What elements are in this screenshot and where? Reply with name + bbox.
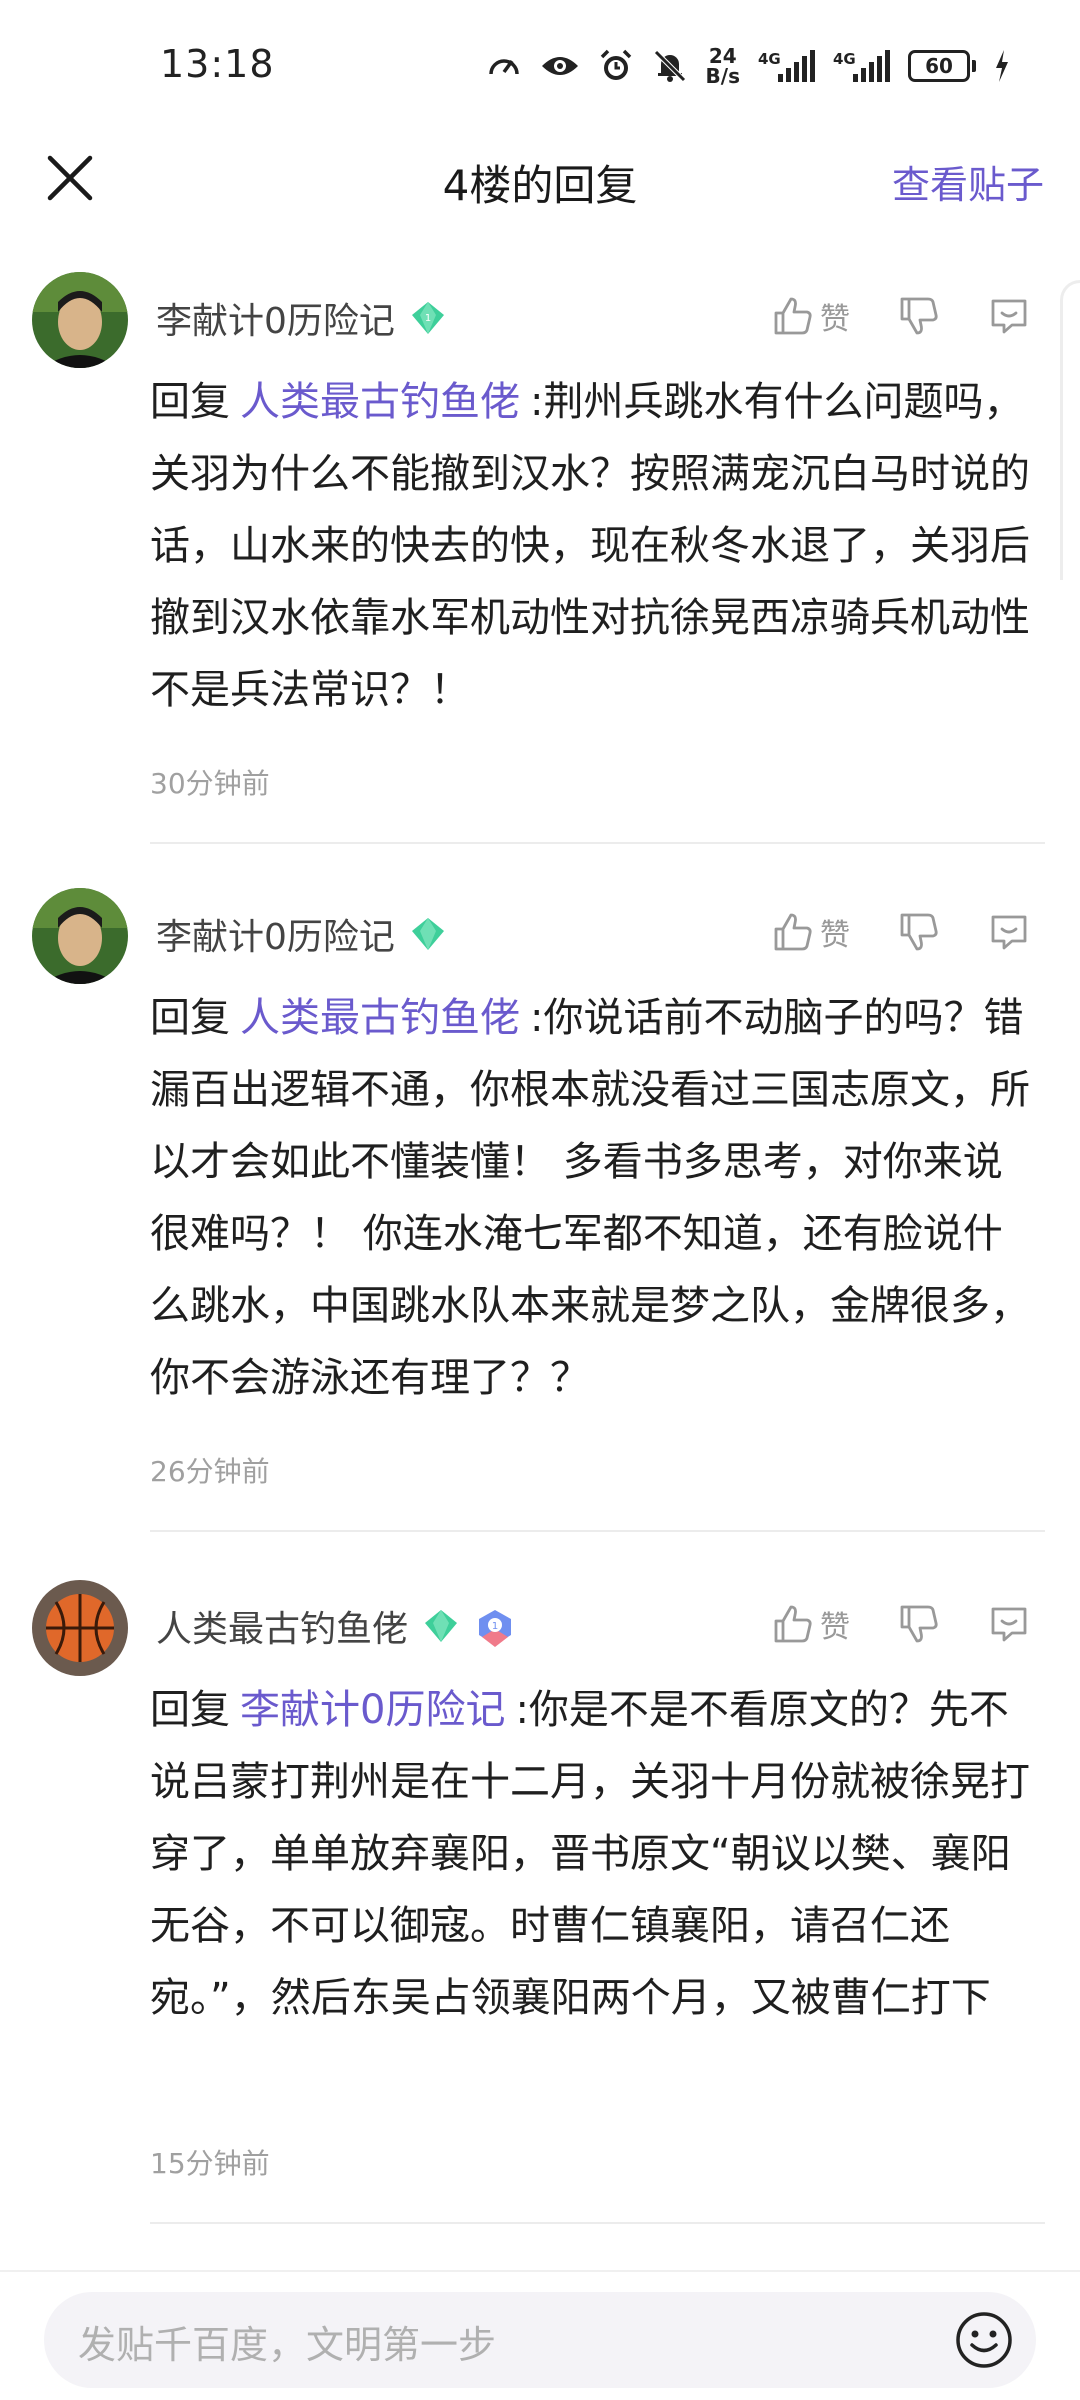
alarm-icon [598, 48, 634, 84]
signal-tag: 4G [833, 50, 856, 68]
username-row: 李献计0历险记 1 [156, 290, 447, 346]
svg-text:1: 1 [425, 313, 431, 324]
comment-actions: 赞 [772, 902, 1030, 962]
net-speed-value: 24 [708, 44, 737, 68]
mute-bell-icon [652, 48, 688, 84]
scroll-indicator [1060, 280, 1080, 580]
reply-button[interactable] [988, 911, 1030, 953]
comment-bubble-icon [991, 1607, 1027, 1642]
speedometer-icon [486, 48, 522, 84]
reply-prefix: 回复 [150, 995, 230, 1041]
like-button[interactable]: 赞 [772, 294, 850, 338]
comment-body: 回复 人类最古钓鱼佬:荆州兵跳水有什么问题吗，关羽为什么不能撤到汉水？按照满宠沉白… [150, 366, 1040, 726]
signal-icon: 4G [758, 50, 815, 82]
divider [150, 2222, 1045, 2224]
like-button[interactable]: 赞 [772, 910, 850, 954]
bottom-input-bar: 发贴千百度，文明第一步 [0, 2270, 1080, 2400]
diamond-badge-icon [409, 915, 447, 953]
thumbs-down-icon [900, 1605, 938, 1643]
reply-button[interactable] [988, 1603, 1030, 1645]
comment-actions: 赞 [772, 1594, 1030, 1654]
comment-text: :你是不是不看原文的？先不说吕蒙打荆州是在十二月，关羽十月份就被徐晃打穿了，单单… [150, 1687, 1030, 2021]
comment-actions: 赞 [772, 286, 1030, 346]
comment-body: 回复 人类最古钓鱼佬:你说话前不动脑子的吗？错漏百出逻辑不通，你根本就没看过三国志… [150, 982, 1040, 1414]
avatar[interactable] [32, 272, 128, 368]
signal-icon: 4G [833, 50, 890, 82]
username-row: 人类最古钓鱼佬 1 [156, 1598, 512, 1654]
thumbs-down-icon [900, 913, 938, 951]
dislike-button[interactable] [898, 1603, 940, 1645]
comment-bubble-icon [991, 299, 1027, 334]
smiley-icon [956, 2312, 1012, 2368]
battery-level: 60 [908, 50, 970, 82]
reply-prefix: 回复 [150, 379, 230, 425]
comment-time: 30分钟前 [150, 767, 270, 800]
comment-time: 15分钟前 [150, 2147, 270, 2180]
rank-badge-icon: 1 [474, 1607, 512, 1647]
like-button[interactable]: 赞 [772, 1602, 850, 1646]
battery-icon: 60 [908, 50, 976, 82]
username[interactable]: 李献计0历险记 [156, 292, 395, 344]
comment-body: 回复 李献计0历险记:你是不是不看原文的？先不说吕蒙打荆州是在十二月，关羽十月份就… [150, 1674, 1040, 2034]
dislike-button[interactable] [898, 295, 940, 337]
avatar[interactable] [32, 1580, 128, 1676]
status-time: 13:18 [160, 42, 275, 86]
status-icons: 24 B/s 4G 4G 60 [486, 36, 1010, 96]
view-post-link[interactable]: 查看贴子 [892, 154, 1044, 209]
header: 4楼的回复 查看贴子 [0, 130, 1080, 260]
charging-icon [994, 50, 1010, 82]
diamond-badge-icon: 1 [409, 299, 447, 337]
comment-input[interactable]: 发贴千百度，文明第一步 [44, 2292, 1036, 2388]
divider [150, 1530, 1045, 1532]
username[interactable]: 李献计0历险记 [156, 908, 395, 960]
username[interactable]: 人类最古钓鱼佬 [156, 1600, 408, 1652]
comment-time: 26分钟前 [150, 1455, 270, 1488]
divider [150, 842, 1045, 844]
input-placeholder: 发贴千百度，文明第一步 [78, 2323, 497, 2367]
thumbs-up-icon [774, 913, 812, 951]
svg-text:1: 1 [492, 1621, 498, 1632]
username-row: 李献计0历险记 [156, 906, 447, 962]
comment-text: :你说话前不动脑子的吗？错漏百出逻辑不通，你根本就没看过三国志原文，所以才会如此… [150, 995, 1030, 1401]
status-bar: 13:18 24 B/s 4G 4G 60 [0, 0, 1080, 130]
reply-prefix: 回复 [150, 1687, 230, 1733]
thumbs-up-icon [774, 1605, 812, 1643]
avatar[interactable] [32, 888, 128, 984]
mention-link[interactable]: 人类最古钓鱼佬 [230, 995, 530, 1041]
emoji-button[interactable] [954, 2310, 1014, 2370]
eye-icon [540, 51, 580, 81]
mention-link[interactable]: 李献计0历险记 [230, 1687, 515, 1733]
diamond-badge-icon [422, 1607, 460, 1645]
dislike-button[interactable] [898, 911, 940, 953]
like-label: 赞 [820, 302, 850, 337]
thumbs-down-icon [900, 297, 938, 335]
signal-tag: 4G [758, 50, 781, 68]
mention-link[interactable]: 人类最古钓鱼佬 [230, 379, 530, 425]
comment-text: :荆州兵跳水有什么问题吗，关羽为什么不能撤到汉水？按照满宠沉白马时说的话，山水来… [150, 379, 1030, 713]
comment-bubble-icon [991, 915, 1027, 950]
reply-button[interactable] [988, 295, 1030, 337]
like-label: 赞 [820, 918, 850, 953]
net-speed: 24 B/s [706, 46, 740, 86]
like-label: 赞 [820, 1610, 850, 1645]
net-speed-unit: B/s [705, 64, 740, 88]
thumbs-up-icon [774, 297, 812, 335]
